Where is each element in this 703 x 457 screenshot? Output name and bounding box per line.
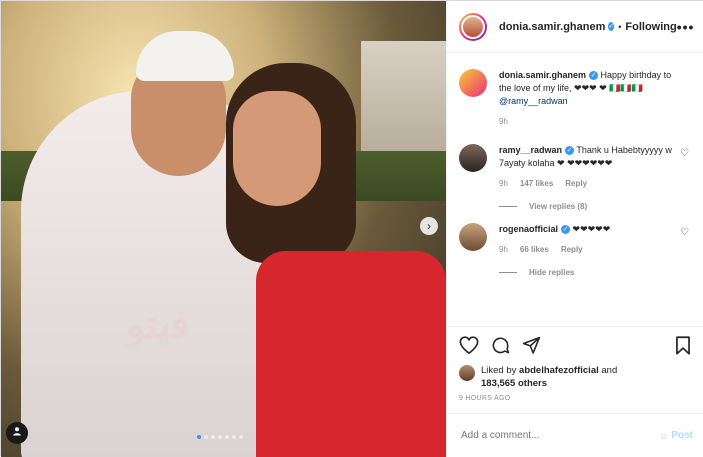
comment-username[interactable]: ramy__radwan (499, 145, 562, 155)
comments-list[interactable]: donia.samir.ghanem ✓ Happy birthday to th… (447, 54, 703, 324)
replies-label: View replies (8) (529, 202, 588, 211)
share-icon[interactable] (522, 336, 541, 357)
comment-input[interactable] (461, 430, 660, 441)
avatar[interactable] (459, 223, 487, 251)
post-timestamp[interactable]: 9 HOURS AGO (459, 395, 691, 402)
action-bar: Liked by abdelhafezofficial and 183,565 … (447, 326, 703, 402)
heart-icon[interactable]: ♡ (680, 227, 689, 238)
likes-prefix: Liked by (481, 365, 517, 376)
comment-icon[interactable] (491, 336, 510, 357)
likes-user[interactable]: abdelhafezofficial (519, 365, 599, 376)
replies-label: Hide replies (529, 268, 575, 277)
photo-red-dress (256, 251, 446, 457)
post-button[interactable]: Post (671, 430, 693, 441)
add-comment-bar: ☺ Post (447, 413, 703, 457)
post-photo[interactable]: فيتو › (1, 1, 446, 457)
instagram-post: فيتو › donia.samir.ghanem ✓ • Following … (0, 0, 703, 457)
comment-username[interactable]: rogenaofficial (499, 224, 558, 234)
comment-text: ❤❤❤❤❤ (572, 224, 611, 234)
list-item: ramy__radwan ✓ Thank u Habebtyyyyy w 7aya… (459, 144, 691, 190)
emoji-icon[interactable]: ☺ (659, 431, 668, 441)
carousel-dot (211, 435, 215, 439)
reply-button[interactable]: Reply (561, 243, 583, 256)
avatar[interactable] (459, 69, 487, 97)
caption-row: donia.samir.ghanem ✓ Happy birthday to th… (459, 69, 691, 128)
likes-count[interactable]: 183,565 others (481, 378, 547, 389)
avatar[interactable] (459, 12, 487, 41)
post-side-panel: donia.samir.ghanem ✓ • Following ••• don… (446, 1, 703, 457)
comment-time: 9h (499, 179, 508, 188)
photo-building (361, 41, 446, 151)
comment-likes[interactable]: 147 likes (520, 177, 553, 190)
list-item: rogenaofficial ✓ ❤❤❤❤❤ 9h 66 likes Reply … (459, 223, 691, 256)
header-username[interactable]: donia.samir.ghanem (499, 21, 605, 33)
heart-icon[interactable] (459, 336, 479, 356)
comment-likes[interactable]: 66 likes (520, 243, 549, 256)
carousel-dot (218, 435, 222, 439)
view-replies-button[interactable]: View replies (8) (499, 202, 691, 211)
verified-icon: ✓ (608, 22, 615, 31)
carousel-dot (197, 435, 201, 439)
carousel-dot (239, 435, 243, 439)
carousel-dots (197, 435, 243, 439)
photo-cap (136, 31, 234, 81)
tag-user-icon[interactable] (6, 422, 28, 444)
more-icon[interactable]: ••• (677, 19, 695, 35)
divider (499, 272, 517, 273)
caption-time: 9h (499, 117, 508, 126)
likes-summary: Liked by abdelhafezofficial and 183,565 … (459, 364, 691, 390)
reply-button[interactable]: Reply (565, 177, 587, 190)
verified-icon: ✓ (565, 146, 575, 155)
avatar[interactable] (459, 365, 475, 381)
comment-time: 9h (499, 245, 508, 254)
carousel-dot (225, 435, 229, 439)
divider (499, 206, 517, 207)
header-separator: • (618, 21, 622, 32)
caption-mention[interactable]: @ramy__radwan (499, 96, 568, 106)
verified-icon: ✓ (589, 71, 599, 80)
avatar[interactable] (459, 144, 487, 172)
bookmark-icon[interactable] (675, 335, 691, 357)
post-header: donia.samir.ghanem ✓ • Following ••• (447, 1, 703, 53)
likes-middle: and (601, 365, 618, 376)
verified-icon: ✓ (561, 225, 571, 234)
photo-woman-head (233, 91, 321, 206)
carousel-dot (232, 435, 236, 439)
watermark-logo: فيتو (126, 301, 190, 348)
hide-replies-button[interactable]: Hide replies (499, 268, 691, 277)
caption-username[interactable]: donia.samir.ghanem (499, 70, 586, 80)
heart-icon[interactable]: ♡ (680, 148, 689, 159)
following-button[interactable]: Following (625, 21, 676, 33)
next-arrow-icon[interactable]: › (420, 217, 438, 235)
carousel-dot (204, 435, 208, 439)
